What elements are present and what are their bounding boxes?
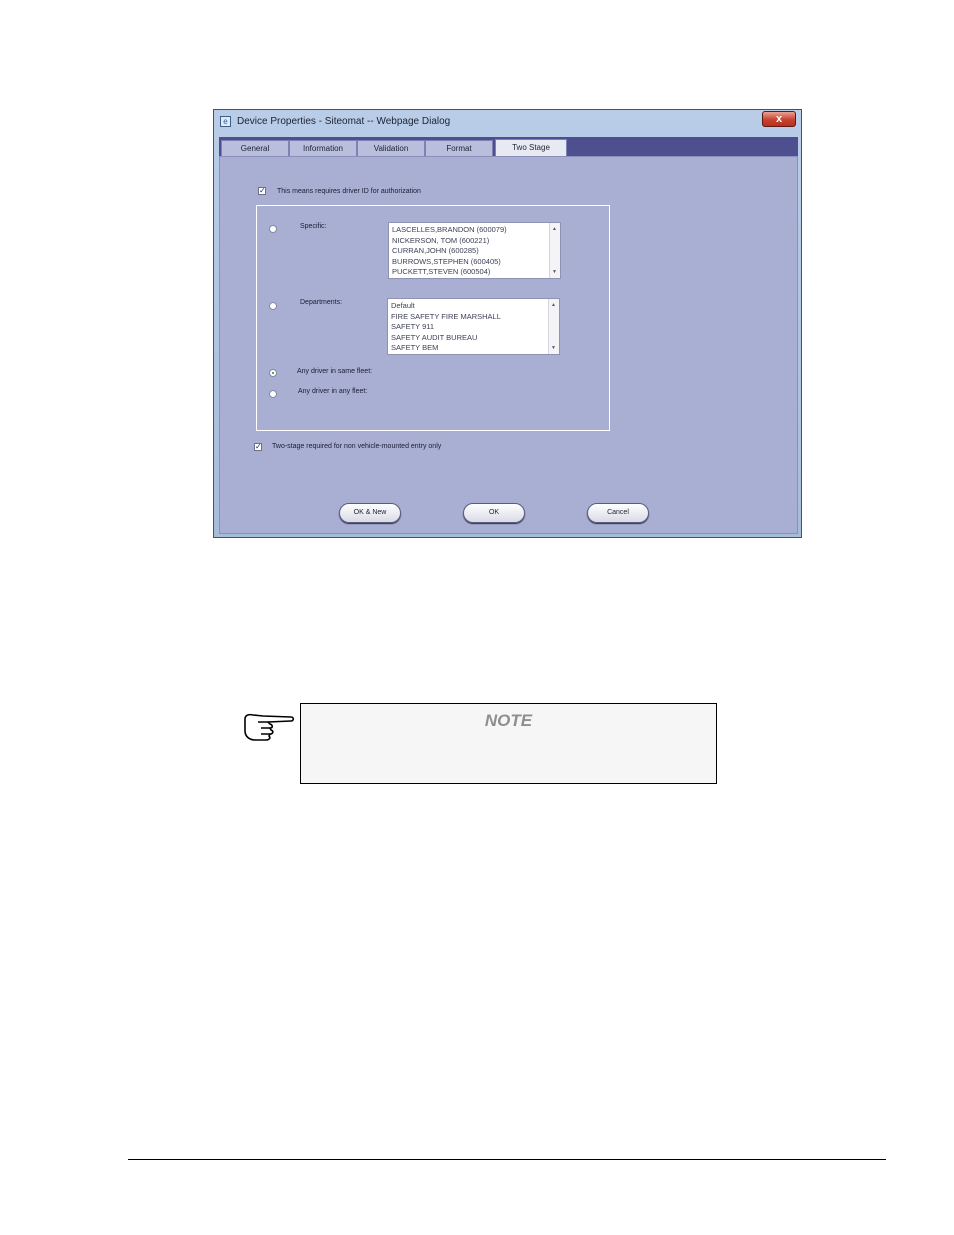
list-item[interactable]: CURRAN,JOHN (600285) [392, 246, 507, 257]
two-stage-panel: ✓ This means requires driver ID for auth… [219, 156, 798, 534]
tab-strip: General Information Validation Format Tw… [219, 137, 798, 156]
scroll-up-icon[interactable]: ▲ [552, 226, 557, 232]
tab-format[interactable]: Format [425, 140, 493, 156]
ie-page-icon: e [220, 116, 231, 127]
list-item[interactable]: FIRE SAFETY FIRE MARSHALL [391, 312, 501, 323]
departments-list-scrollbar[interactable]: ▲ ▼ [548, 299, 559, 354]
scroll-down-icon[interactable]: ▼ [551, 345, 556, 351]
ok-button[interactable]: OK [463, 503, 525, 523]
tab-general[interactable]: General [221, 140, 289, 156]
departments-radio[interactable] [269, 302, 277, 310]
close-button[interactable]: x [762, 111, 796, 127]
same-fleet-radio[interactable] [269, 369, 277, 377]
authorization-group: Specific: LASCELLES,BRANDON (600079) NIC… [256, 205, 610, 431]
requires-driver-id-label: This means requires driver ID for author… [277, 188, 421, 195]
scroll-down-icon[interactable]: ▼ [552, 269, 557, 275]
specific-label: Specific: [300, 223, 327, 230]
same-fleet-label: Any driver in same fleet: [297, 368, 373, 375]
list-item[interactable]: LASCELLES,BRANDON (600079) [392, 225, 507, 236]
title-bar: e Device Properties - Siteomat -- Webpag… [214, 110, 801, 134]
ok-and-new-button[interactable]: OK & New [339, 503, 401, 523]
note-box: NOTE [300, 703, 717, 784]
tab-two-stage[interactable]: Two Stage [495, 139, 567, 156]
specific-driver-rows: LASCELLES,BRANDON (600079) NICKERSON, TO… [392, 225, 507, 278]
departments-list[interactable]: Default FIRE SAFETY FIRE MARSHALL SAFETY… [387, 298, 560, 355]
departments-label: Departments: [300, 299, 343, 306]
tab-information[interactable]: Information [289, 140, 357, 156]
requires-driver-id-checkbox[interactable]: ✓ [258, 187, 266, 195]
non-vehicle-mounted-label: Two-stage required for non vehicle-mount… [272, 443, 442, 450]
list-item[interactable]: Default [391, 301, 501, 312]
list-item[interactable]: PUCKETT,STEVEN (600504) [392, 267, 507, 278]
any-fleet-radio[interactable] [269, 390, 277, 398]
pointing-hand-icon [244, 713, 295, 741]
cancel-button[interactable]: Cancel [587, 503, 649, 523]
departments-rows: Default FIRE SAFETY FIRE MARSHALL SAFETY… [391, 301, 501, 354]
dialog-title: Device Properties - Siteomat -- Webpage … [237, 116, 451, 127]
list-item[interactable]: BURROWS,STEPHEN (600405) [392, 257, 507, 268]
scroll-up-icon[interactable]: ▲ [551, 302, 556, 308]
specific-list-scrollbar[interactable]: ▲ ▼ [549, 223, 560, 278]
device-properties-dialog: e Device Properties - Siteomat -- Webpag… [213, 109, 802, 538]
list-item[interactable]: SAFETY BEM [391, 343, 501, 354]
non-vehicle-mounted-checkbox[interactable]: ✓ [254, 443, 262, 451]
note-title: NOTE [484, 711, 533, 730]
footer-divider [128, 1159, 886, 1160]
list-item[interactable]: SAFETY 911 [391, 322, 501, 333]
specific-radio[interactable] [269, 225, 277, 233]
list-item[interactable]: NICKERSON, TOM (600221) [392, 236, 507, 247]
tab-validation[interactable]: Validation [357, 140, 425, 156]
specific-driver-list[interactable]: LASCELLES,BRANDON (600079) NICKERSON, TO… [388, 222, 561, 279]
any-fleet-label: Any driver in any fleet: [298, 388, 368, 395]
list-item[interactable]: SAFETY AUDIT BUREAU [391, 333, 501, 344]
